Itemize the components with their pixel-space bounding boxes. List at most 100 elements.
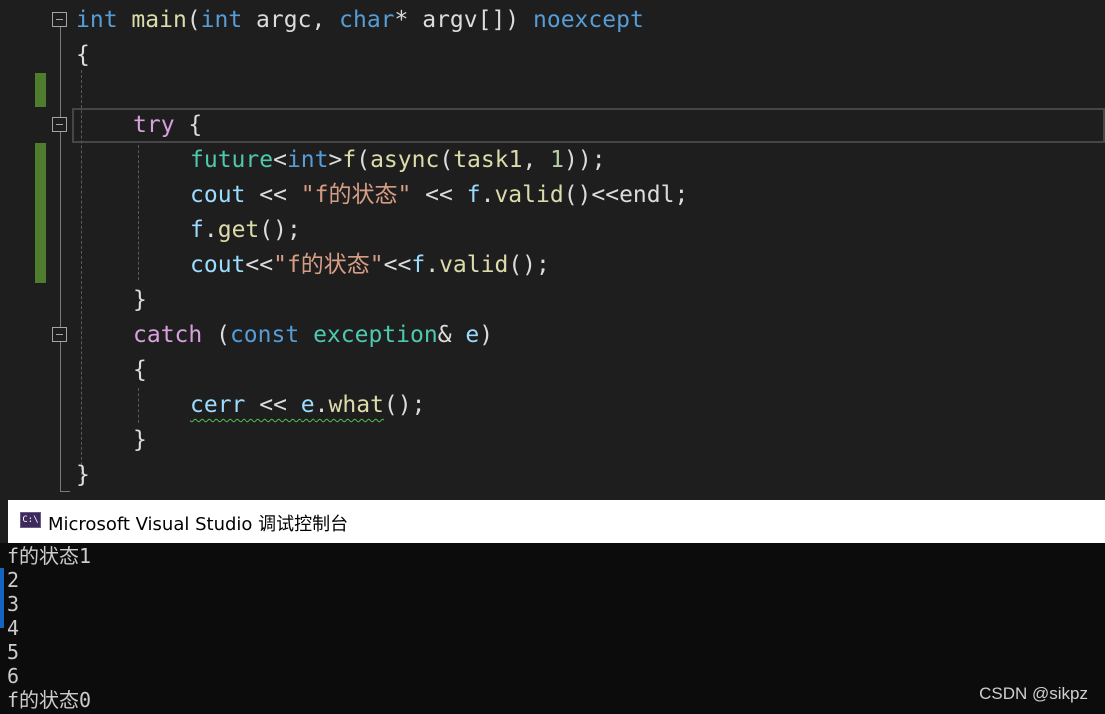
console-output-line: f的状态0 — [7, 688, 92, 712]
indent-guide — [81, 70, 82, 480]
token: f — [411, 252, 426, 278]
code-line-12[interactable]: cerr << e.what(); — [190, 388, 425, 423]
token: char — [339, 7, 395, 33]
window-edge — [0, 568, 4, 628]
token: async — [370, 147, 440, 173]
token: valid — [494, 182, 564, 208]
token: f — [342, 147, 357, 173]
error-squiggle: cerr << e.what — [190, 392, 384, 418]
token: catch — [133, 322, 203, 348]
code-editor[interactable]: int main(int argc, char* argv[]) noexcep… — [0, 0, 1105, 500]
code-line-6[interactable]: cout << "f的状态" << f.valid()<<endl; — [190, 178, 688, 213]
code-line-8[interactable]: cout<<"f的状态"<<f.valid(); — [190, 248, 550, 283]
token: int — [286, 147, 329, 173]
token: int — [200, 7, 243, 33]
token: , — [522, 147, 551, 173]
token: exception — [313, 322, 438, 348]
token: e — [300, 392, 315, 418]
console-output-line: 6 — [7, 664, 20, 688]
fold-line — [60, 491, 70, 492]
token: )); — [564, 147, 606, 173]
token: & — [437, 322, 466, 348]
debug-console[interactable]: f的状态1 2 3 4 5 6 f的状态0 CSDN @sikpz — [0, 543, 1105, 714]
indent-guide — [138, 145, 139, 280]
token: what — [328, 392, 384, 418]
token: endl — [619, 182, 675, 208]
token: << — [245, 392, 301, 418]
token: { — [76, 42, 90, 68]
token: * argv[]) — [394, 7, 534, 33]
token: noexcept — [533, 7, 644, 33]
token: cout — [190, 252, 246, 278]
token: . — [425, 252, 440, 278]
fold-line — [60, 27, 61, 117]
token: e — [465, 322, 480, 348]
token: << — [245, 182, 301, 208]
token: main — [131, 7, 187, 33]
token: ( — [202, 322, 230, 348]
token: > — [328, 147, 343, 173]
token: << — [411, 182, 467, 208]
console-output-line: 2 — [7, 568, 20, 592]
console-title: Microsoft Visual Studio 调试控制台 — [48, 514, 349, 535]
token: (); — [508, 252, 550, 278]
token: ()<< — [563, 182, 620, 208]
console-output-line: f的状态1 — [7, 544, 92, 568]
console-title-bar[interactable]: C:\ Microsoft Visual Studio 调试控制台 — [8, 500, 1105, 543]
fold-line — [60, 132, 61, 327]
token: ( — [186, 7, 201, 33]
token: task1 — [453, 147, 523, 173]
token: future — [190, 147, 274, 173]
token: (); — [383, 392, 426, 418]
token: get — [217, 217, 260, 243]
token: try — [133, 112, 175, 138]
code-line-7[interactable]: f.get(); — [190, 213, 301, 248]
code-line-9[interactable]: } — [133, 283, 147, 318]
token: ; — [674, 182, 689, 208]
indent-guide — [138, 388, 139, 423]
code-line-4[interactable]: try { — [133, 108, 202, 143]
token: ( — [356, 147, 371, 173]
token: "f的状态" — [300, 182, 412, 208]
code-line-14[interactable]: } — [76, 458, 90, 493]
token: ) — [479, 322, 494, 348]
token: cerr — [190, 392, 246, 418]
token: argc, — [242, 7, 340, 33]
token: < — [273, 147, 287, 173]
code-line-1[interactable]: int main(int argc, char* argv[]) noexcep… — [76, 3, 644, 38]
token: << — [383, 252, 412, 278]
token: { — [133, 357, 147, 383]
token: valid — [439, 252, 509, 278]
code-line-10[interactable]: catch (const exception& e) — [133, 318, 493, 353]
token: } — [133, 427, 147, 453]
token: } — [76, 462, 90, 488]
collapse-toggle-icon[interactable] — [52, 327, 67, 342]
token: "f的状态" — [273, 252, 384, 278]
watermark: CSDN @sikpz — [979, 684, 1088, 703]
console-output-line: 3 — [7, 592, 20, 616]
token: . — [480, 182, 495, 208]
token: ( — [439, 147, 454, 173]
token: 1 — [550, 147, 564, 173]
change-bar — [35, 143, 46, 283]
token: . — [203, 217, 218, 243]
console-app-icon: C:\ — [20, 512, 41, 528]
code-line-2[interactable]: { — [76, 38, 90, 73]
code-line-5[interactable]: future<int>f(async(task1, 1)); — [190, 143, 606, 178]
token: } — [133, 287, 147, 313]
token: . — [314, 392, 329, 418]
token: (); — [259, 217, 301, 243]
collapse-toggle-icon[interactable] — [52, 117, 67, 132]
token: cout — [190, 182, 246, 208]
token: { — [174, 112, 203, 138]
token: << — [245, 252, 274, 278]
fold-line — [60, 342, 61, 492]
token: f — [190, 217, 204, 243]
current-line-highlight — [72, 108, 1105, 143]
change-bar — [35, 73, 46, 107]
code-line-13[interactable]: } — [133, 423, 147, 458]
collapse-toggle-icon[interactable] — [52, 12, 67, 27]
code-line-11[interactable]: { — [133, 353, 147, 388]
